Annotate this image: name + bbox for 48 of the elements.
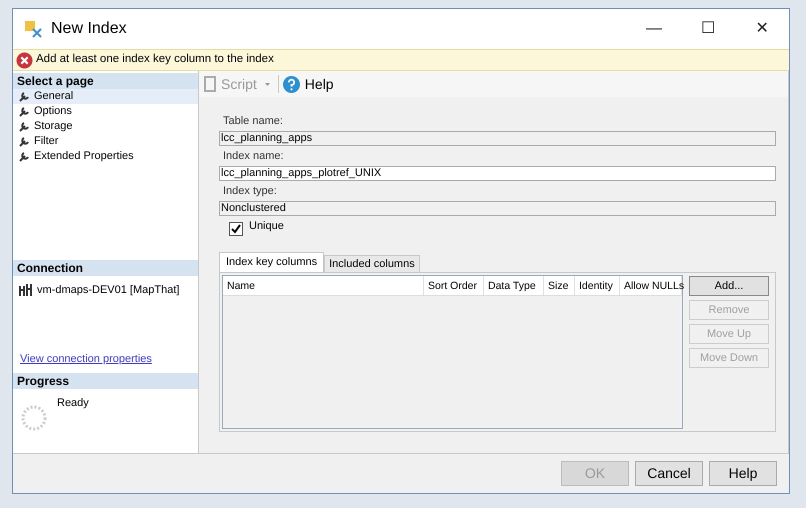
help-button[interactable]: Help [282, 74, 334, 94]
server-name: vm-dmaps-DEV01 [MapThat] [37, 283, 180, 298]
column-header[interactable]: Data Type [484, 276, 544, 295]
text-field[interactable]: lcc_planning_apps_plotref_UNIX [219, 166, 776, 181]
page-item[interactable]: Filter [13, 134, 198, 149]
page-item[interactable]: General [13, 89, 198, 104]
wrench-icon [19, 121, 30, 132]
wrench-icon [19, 136, 30, 147]
column-header[interactable]: Name [223, 276, 424, 295]
side-button: Move Up [689, 324, 769, 344]
section-heading: Progress [13, 373, 198, 389]
side-button: Move Down [689, 348, 769, 368]
side-button[interactable]: Add... [689, 276, 769, 296]
page-item[interactable]: Extended Properties [13, 149, 198, 164]
wrench-icon [19, 91, 30, 102]
close-button[interactable]: ✕ [735, 9, 789, 49]
dialog-button[interactable]: Cancel [635, 461, 703, 486]
spinner-icon [21, 405, 47, 431]
section-heading: Select a page [13, 73, 198, 89]
section-heading: Connection [13, 260, 198, 276]
field-label: Index name: [223, 149, 285, 164]
script-icon [203, 76, 217, 92]
column-header[interactable]: Identity [575, 276, 620, 295]
tab[interactable]: Index key columns [219, 252, 324, 272]
window-title: New Index [51, 19, 127, 39]
field-label: Index type: [223, 184, 278, 199]
column-header[interactable]: Allow NULLs [620, 276, 682, 295]
minimize-button[interactable]: — [627, 9, 681, 49]
help-icon [282, 76, 300, 92]
connection-properties-link[interactable]: View connection properties [13, 350, 198, 367]
tab[interactable]: Included columns [324, 255, 420, 272]
dialog-button[interactable]: Help [709, 461, 777, 486]
wrench-icon [19, 106, 30, 117]
page-item[interactable]: Options [13, 104, 198, 119]
column-header[interactable]: Size [544, 276, 575, 295]
maximize-button[interactable]: ☐ [681, 9, 735, 49]
page-item[interactable]: Storage [13, 119, 198, 134]
unique-checkbox[interactable] [229, 222, 243, 236]
error-icon [16, 52, 33, 68]
progress-status: Ready [57, 396, 89, 411]
dropdown-caret-icon[interactable] [264, 82, 270, 86]
wrench-icon [19, 151, 30, 162]
field-label: Table name: [223, 114, 284, 129]
index-icon [23, 19, 43, 39]
checkbox-label: Unique [249, 219, 284, 234]
side-button: Remove [689, 300, 769, 320]
column-header[interactable]: Sort Order [424, 276, 484, 295]
error-message: Add at least one index key column to the index [36, 52, 274, 68]
